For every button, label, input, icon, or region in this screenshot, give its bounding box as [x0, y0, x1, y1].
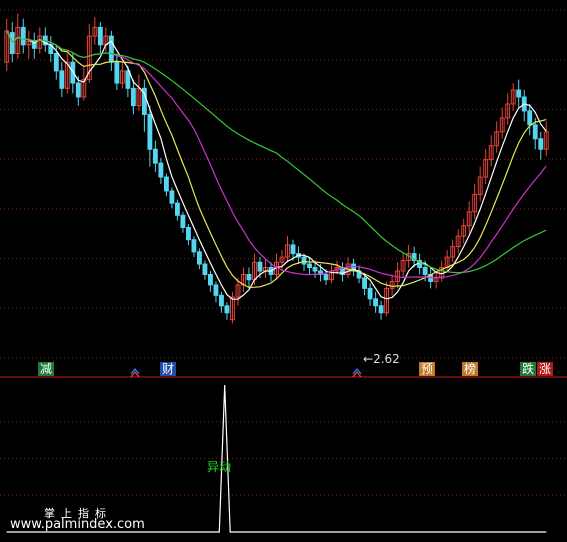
- candle-body: [208, 273, 213, 286]
- signal-tag-yu: 预: [419, 362, 436, 376]
- candle-body: [130, 87, 136, 107]
- candle-body: [290, 244, 296, 255]
- candle-body: [323, 273, 329, 281]
- candle-body: [516, 89, 522, 98]
- candle-body: [59, 70, 65, 89]
- low-price-value: 2.62: [373, 352, 400, 366]
- watermark-url: www.palmindex.com: [10, 517, 145, 532]
- candle-body: [197, 251, 202, 265]
- candle-body: [246, 273, 252, 281]
- candle-body: [532, 124, 538, 140]
- candle-body: [307, 263, 312, 269]
- low-price-annotation: ←2.62: [363, 352, 400, 366]
- candle-body: [97, 26, 103, 46]
- candle-body: [75, 82, 81, 98]
- candle-body: [367, 287, 373, 300]
- candle-body: [53, 53, 59, 72]
- candle-body: [202, 263, 208, 275]
- candle-body: [152, 148, 158, 164]
- candle-body: [301, 256, 307, 265]
- signal-tag-zhang: 涨: [537, 362, 554, 376]
- candle-body: [20, 26, 26, 46]
- candle-body: [422, 267, 428, 275]
- candle-body: [219, 294, 224, 307]
- candle-body: [180, 214, 186, 229]
- candle-body: [158, 162, 164, 178]
- candle-body: [108, 35, 114, 63]
- candle-body: [224, 305, 230, 314]
- candle-body: [312, 267, 318, 272]
- candle-body: [169, 190, 175, 204]
- candle-body: [257, 261, 263, 272]
- kline-chart-svg: [0, 9, 567, 533]
- candle-body: [174, 202, 180, 216]
- chart-stage: 减 财 预 榜 跌 涨 ←2.62 异动 掌上指标 www.palmindex.…: [0, 0, 567, 542]
- candle-body: [9, 32, 15, 54]
- candle-body: [538, 138, 544, 150]
- candle-body: [527, 110, 533, 126]
- candle-body: [125, 70, 131, 89]
- candle-body: [373, 298, 379, 307]
- candle-body: [378, 305, 384, 314]
- candle-body: [362, 277, 368, 289]
- spike-label: 异动: [207, 460, 232, 474]
- signal-tag-cai: 财: [160, 362, 177, 376]
- candle-body: [213, 284, 219, 296]
- candle-body: [185, 227, 191, 241]
- candle-body: [191, 239, 197, 253]
- signal-tag-die: 跌: [520, 362, 537, 376]
- candle-body: [114, 61, 120, 84]
- signal-tag-bang: 榜: [462, 362, 479, 376]
- candle-body: [163, 176, 169, 192]
- signal-tag-jian: 减: [38, 362, 55, 376]
- candle-body: [147, 113, 153, 150]
